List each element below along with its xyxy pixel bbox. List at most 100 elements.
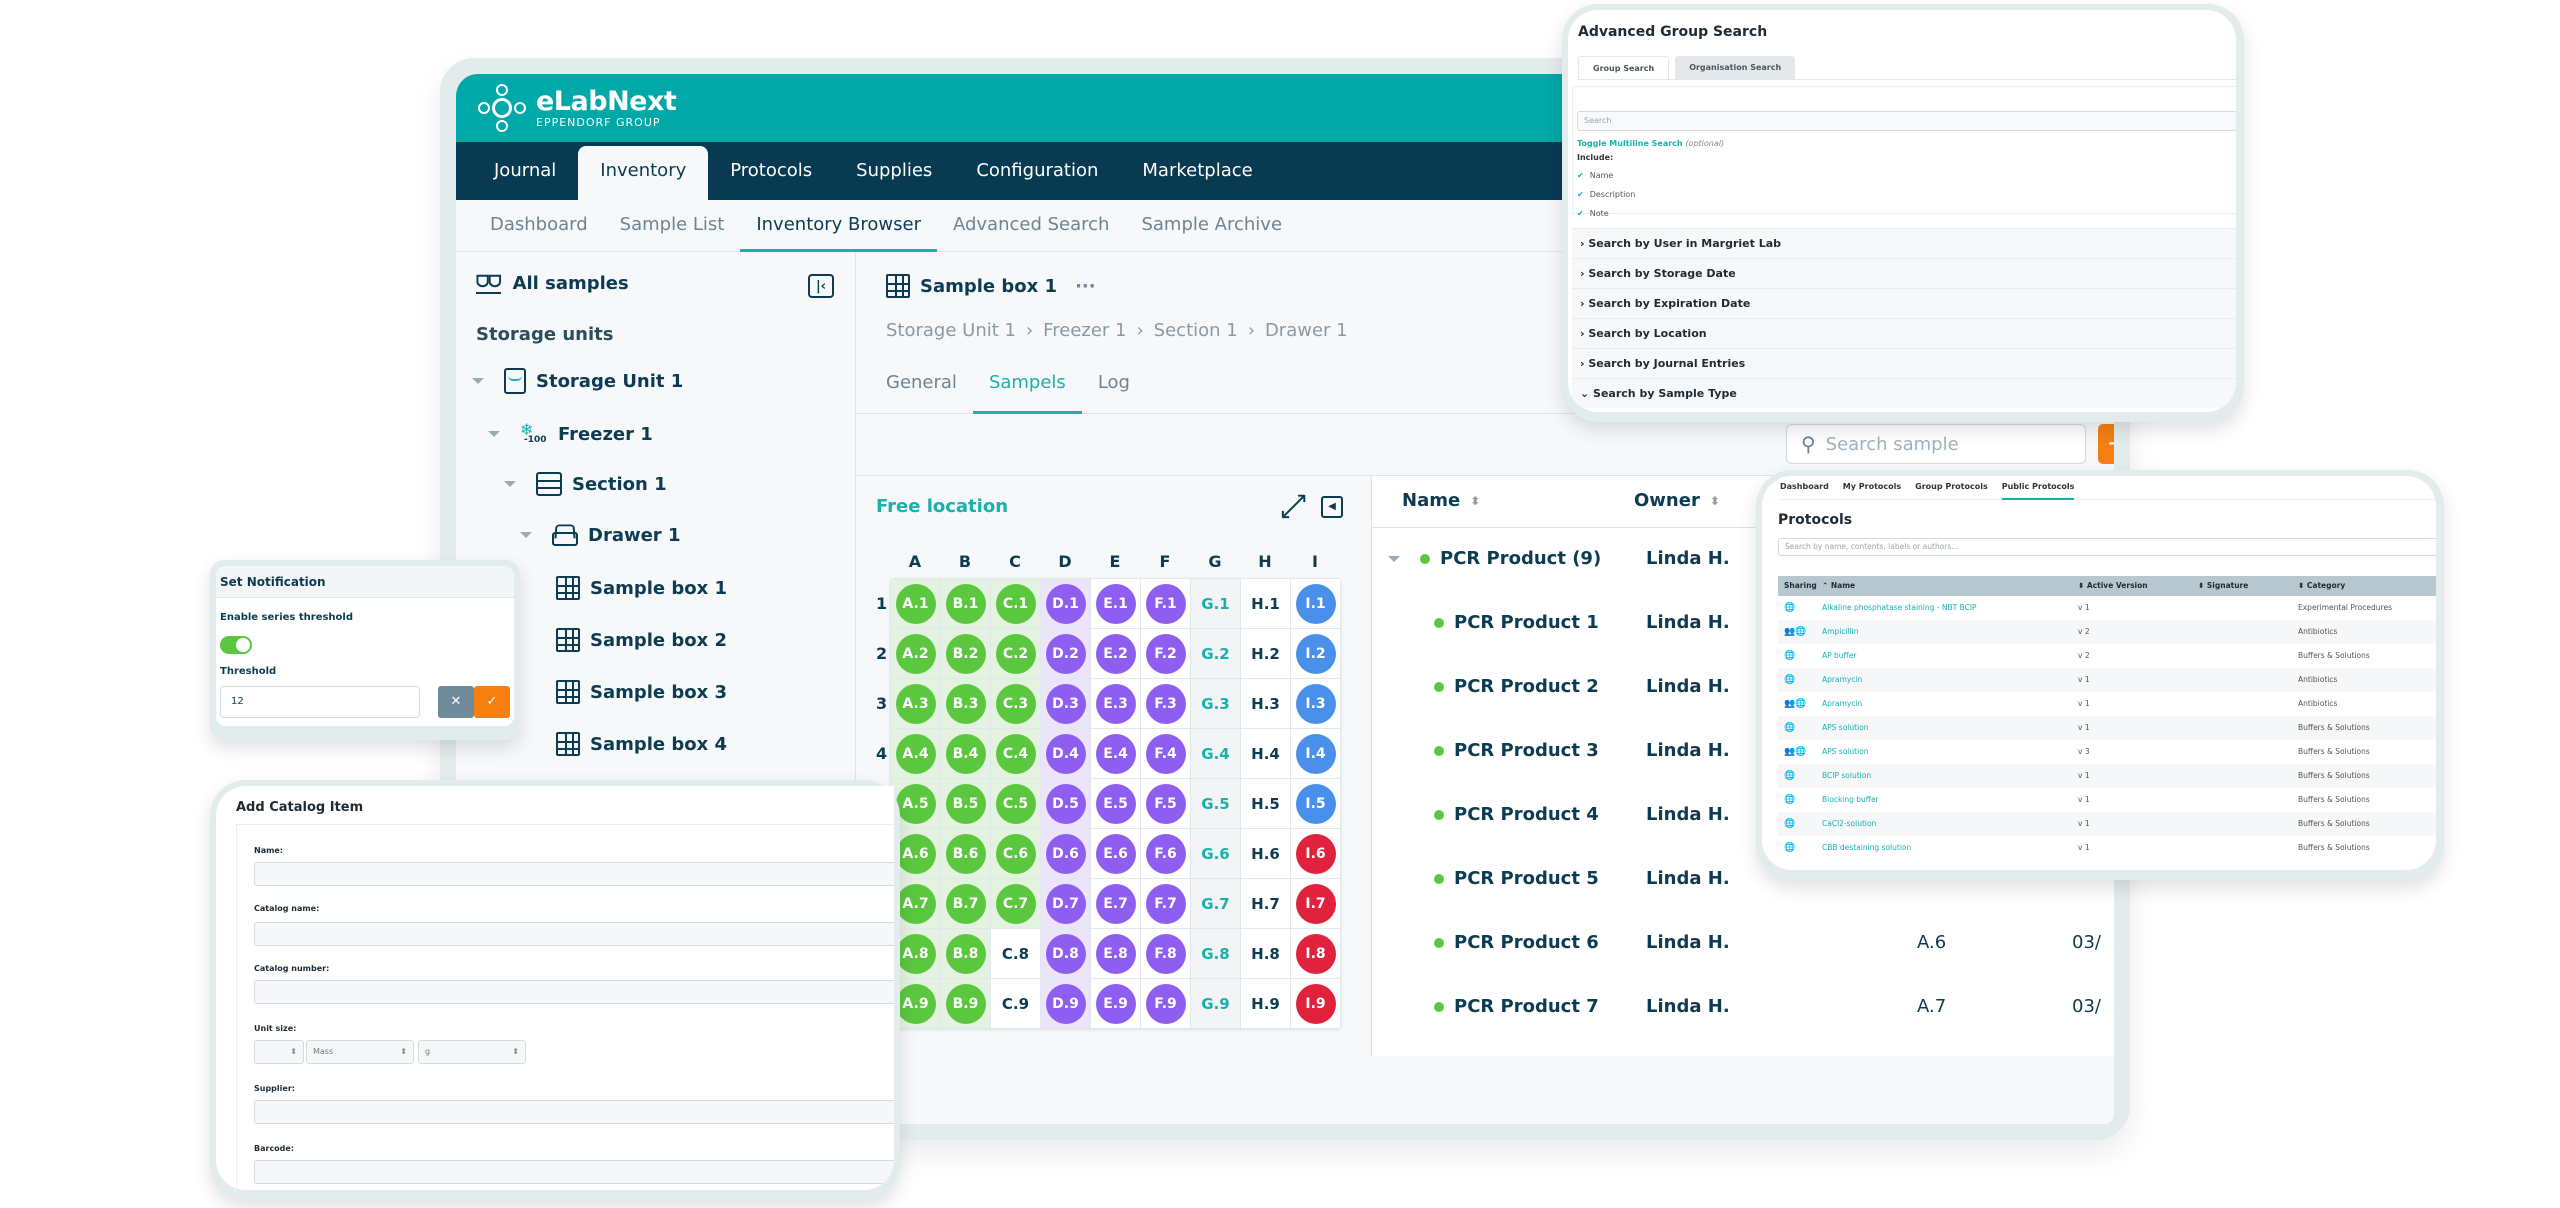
- barcode-field[interactable]: [254, 1160, 894, 1184]
- well-g-4[interactable]: G.4: [1191, 729, 1240, 778]
- well-f-4[interactable]: F.4: [1141, 729, 1190, 778]
- well-f-5[interactable]: F.5: [1141, 779, 1190, 828]
- tree-item-storage-unit-1[interactable]: Storage Unit 1: [472, 368, 683, 394]
- well-d-2[interactable]: D.2: [1041, 629, 1090, 678]
- well-e-5[interactable]: E.5: [1091, 779, 1140, 828]
- well-f-2[interactable]: F.2: [1141, 629, 1190, 678]
- well-d-8[interactable]: D.8: [1041, 929, 1090, 978]
- protocols-col-active-version[interactable]: ⬍ Active Version: [2078, 576, 2148, 596]
- protocols-col-name[interactable]: ⌃ Name: [1822, 576, 1855, 596]
- protocol-name[interactable]: Apramycin: [1822, 692, 1862, 716]
- well-i-2[interactable]: I.2: [1291, 629, 1340, 678]
- well-b-4[interactable]: B.4: [941, 729, 990, 778]
- unit-type-select[interactable]: Mass: [306, 1040, 414, 1064]
- well-e-3[interactable]: E.3: [1091, 679, 1140, 728]
- well-b-1[interactable]: B.1: [941, 579, 990, 628]
- well-a-1[interactable]: A.1: [891, 579, 940, 628]
- list-row[interactable]: PCR Product 7 Linda H. A.7 03/: [1372, 976, 2114, 1040]
- nav-configuration[interactable]: Configuration: [954, 142, 1120, 200]
- tab-group-search[interactable]: Group Search: [1578, 56, 1670, 79]
- section-search-by-location[interactable]: › Search by Location: [1572, 318, 2236, 348]
- protocol-name[interactable]: Apramycin: [1822, 668, 1862, 692]
- protocol-name[interactable]: BCIP solution: [1822, 764, 1871, 788]
- include-description-checkbox[interactable]: ✔ Description: [1577, 190, 1635, 199]
- include-note-checkbox[interactable]: ✔ Note: [1577, 209, 1609, 218]
- add-sample-button[interactable]: +: [2098, 424, 2114, 464]
- subnav-sample-archive[interactable]: Sample Archive: [1125, 200, 1298, 251]
- well-c-1[interactable]: C.1: [991, 579, 1040, 628]
- well-a-3[interactable]: A.3: [891, 679, 940, 728]
- logo[interactable]: eLabNext EPPENDORF GROUP: [478, 84, 677, 132]
- unit-size-field[interactable]: [254, 1040, 304, 1064]
- caret-down-icon[interactable]: [472, 378, 484, 384]
- protocol-name[interactable]: Blocking buffer: [1822, 788, 1879, 812]
- protocols-col-signature[interactable]: ⬍ Signature: [2198, 576, 2248, 596]
- all-samples-link[interactable]: ᗜᗜ All samples: [476, 272, 629, 294]
- confirm-button[interactable]: ✓: [474, 686, 510, 718]
- tree-item-freezer-1[interactable]: ❄ -100 Freezer 1: [488, 420, 653, 448]
- well-e-6[interactable]: E.6: [1091, 829, 1140, 878]
- protocol-name[interactable]: CBB destaining solution: [1822, 836, 1911, 860]
- protocols-tab-group-protocols[interactable]: Group Protocols: [1915, 476, 1988, 499]
- well-f-9[interactable]: F.9: [1141, 979, 1190, 1028]
- list-row[interactable]: PCR Product 6 Linda H. A.6 03/: [1372, 912, 2114, 976]
- more-options-icon[interactable]: ···: [1075, 276, 1096, 297]
- unit-select[interactable]: g: [418, 1040, 526, 1064]
- nav-inventory[interactable]: Inventory: [578, 146, 709, 200]
- catalog-name-field[interactable]: [254, 922, 894, 946]
- caret-down-icon[interactable]: [520, 532, 532, 538]
- well-g-5[interactable]: G.5: [1191, 779, 1240, 828]
- well-b-7[interactable]: B.7: [941, 879, 990, 928]
- subnav-dashboard[interactable]: Dashboard: [474, 200, 604, 251]
- col-owner[interactable]: Owner ⬍: [1634, 490, 1720, 511]
- well-g-3[interactable]: G.3: [1191, 679, 1240, 728]
- well-c-9[interactable]: C.9: [991, 979, 1040, 1028]
- caret-down-icon[interactable]: [1388, 555, 1400, 562]
- well-h-9[interactable]: H.9: [1241, 979, 1290, 1028]
- well-b-3[interactable]: B.3: [941, 679, 990, 728]
- well-c-3[interactable]: C.3: [991, 679, 1040, 728]
- well-c-6[interactable]: C.6: [991, 829, 1040, 878]
- free-location-label[interactable]: Free location: [876, 496, 1008, 517]
- well-h-3[interactable]: H.3: [1241, 679, 1290, 728]
- catalog-number-field[interactable]: [254, 980, 894, 1004]
- well-f-1[interactable]: F.1: [1141, 579, 1190, 628]
- protocol-row[interactable]: 👥🌐 APS solution v 3 Buffers & Solutions: [1778, 740, 2436, 764]
- well-i-6[interactable]: I.6: [1291, 829, 1340, 878]
- well-b-5[interactable]: B.5: [941, 779, 990, 828]
- nav-protocols[interactable]: Protocols: [708, 142, 834, 200]
- well-b-8[interactable]: B.8: [941, 929, 990, 978]
- tab-general[interactable]: General: [870, 352, 973, 413]
- well-g-7[interactable]: G.7: [1191, 879, 1240, 928]
- well-h-1[interactable]: H.1: [1241, 579, 1290, 628]
- section-search-by-sample-type[interactable]: ⌄ Search by Sample Type: [1572, 378, 2236, 408]
- well-e-1[interactable]: E.1: [1091, 579, 1140, 628]
- enable-threshold-toggle[interactable]: [220, 636, 252, 654]
- tree-item-drawer-1[interactable]: Drawer 1: [520, 524, 680, 546]
- protocol-row[interactable]: 🌐 BCIP solution v 1 Buffers & Solutions: [1778, 764, 2436, 788]
- well-b-6[interactable]: B.6: [941, 829, 990, 878]
- tab-organisation-search[interactable]: Organisation Search: [1675, 56, 1796, 79]
- section-search-by-user-in-margriet-lab[interactable]: › Search by User in Margriet Lab: [1572, 228, 2236, 258]
- protocols-col-category[interactable]: ⬍ Category: [2298, 576, 2345, 596]
- protocols-search-input[interactable]: Search by name, contents, labels or auth…: [1778, 538, 2436, 556]
- well-e-2[interactable]: E.2: [1091, 629, 1140, 678]
- well-d-5[interactable]: D.5: [1041, 779, 1090, 828]
- tab-log[interactable]: Log: [1082, 352, 1146, 413]
- protocol-row[interactable]: 🌐 APS solution v 1 Buffers & Solutions: [1778, 716, 2436, 740]
- protocol-row[interactable]: 👥🌐 Apramycin v 1 Antibiotics: [1778, 692, 2436, 716]
- well-e-9[interactable]: E.9: [1091, 979, 1140, 1028]
- caret-down-icon[interactable]: [488, 431, 500, 437]
- well-g-1[interactable]: G.1: [1191, 579, 1240, 628]
- well-d-1[interactable]: D.1: [1041, 579, 1090, 628]
- well-h-8[interactable]: H.8: [1241, 929, 1290, 978]
- include-name-checkbox[interactable]: ✔ Name: [1577, 171, 1613, 180]
- protocol-name[interactable]: CaCl2-solution: [1822, 812, 1876, 836]
- well-e-4[interactable]: E.4: [1091, 729, 1140, 778]
- well-g-9[interactable]: G.9: [1191, 979, 1240, 1028]
- well-a-2[interactable]: A.2: [891, 629, 940, 678]
- protocol-name[interactable]: AP buffer: [1822, 644, 1856, 668]
- well-c-4[interactable]: C.4: [991, 729, 1040, 778]
- well-f-6[interactable]: F.6: [1141, 829, 1190, 878]
- well-i-9[interactable]: I.9: [1291, 979, 1340, 1028]
